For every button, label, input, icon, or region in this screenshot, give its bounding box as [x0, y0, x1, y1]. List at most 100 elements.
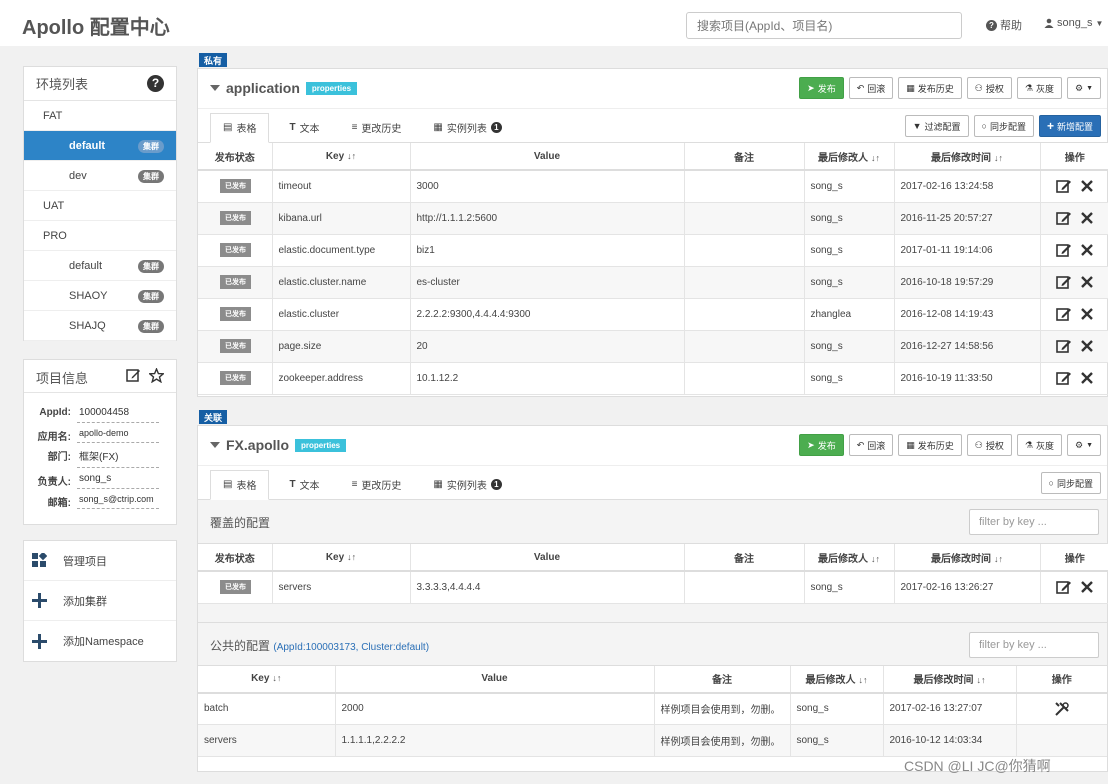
time-cell: 2016-12-08 14:19:43 [894, 298, 1041, 331]
status-badge: 已发布 [220, 179, 251, 194]
tab-instances[interactable]: ▦ 实例列表 1 [421, 114, 513, 142]
time-cell: 2016-10-19 11:33:50 [894, 362, 1041, 395]
override-filter-input[interactable] [969, 509, 1099, 535]
app-logo[interactable]: Apollo 配置中心 [22, 11, 170, 40]
column-header[interactable]: 最后修改人 ↓↑ [790, 665, 884, 694]
release-history-button[interactable]: ▦ 发布历史 [898, 77, 962, 99]
cluster-item[interactable]: dev 集群 [24, 161, 176, 191]
column-header[interactable]: Key ↓↑ [272, 143, 411, 171]
authorize-button[interactable]: ⚇ 授权 [966, 434, 1012, 456]
search-input[interactable] [686, 12, 962, 39]
column-header[interactable]: Key ↓↑ [198, 665, 336, 694]
tab-table[interactable]: ▤ 表格 [210, 470, 270, 500]
ops-cell [1040, 266, 1108, 299]
cluster-item[interactable]: default 集群 [24, 131, 176, 161]
sort-icon[interactable]: ↓↑ [347, 151, 356, 161]
delete-icon[interactable] [1080, 580, 1094, 594]
text-icon: T [289, 122, 296, 133]
edit-icon[interactable] [1055, 579, 1072, 595]
column-header[interactable]: 最后修改时间 ↓↑ [883, 665, 1017, 694]
tab-table[interactable]: ▤ 表格 [210, 113, 270, 143]
column-header[interactable]: 最后修改人 ↓↑ [804, 143, 895, 171]
filter-config-button[interactable]: ▼ 过滤配置 [904, 115, 969, 137]
cluster-item[interactable]: default 集群 [24, 251, 176, 281]
cluster-badge: 集群 [138, 140, 164, 153]
column-header: 发布状态 [198, 143, 273, 171]
env-item[interactable]: FAT [24, 101, 176, 131]
add-cluster-button[interactable]: 添加集群 [24, 581, 176, 621]
publish-button[interactable]: ➤ 发布 [799, 434, 844, 456]
env-item-label: default [69, 259, 103, 272]
sort-icon[interactable]: ↓↑ [871, 153, 880, 163]
edit-icon[interactable] [1055, 210, 1072, 226]
gray-release-button[interactable]: ⚗ 灰度 [1016, 77, 1062, 99]
help-link[interactable]: ? 帮助 [986, 17, 1022, 33]
tools-icon[interactable] [1054, 701, 1070, 717]
namespace-title[interactable]: application properties [210, 80, 358, 96]
sort-icon[interactable]: ↓↑ [272, 673, 281, 683]
sort-icon[interactable]: ↓↑ [859, 675, 868, 685]
edit-icon[interactable] [1055, 306, 1072, 322]
env-item-label: default [69, 139, 106, 152]
key-cell: page.size [272, 330, 411, 363]
delete-icon[interactable] [1080, 243, 1094, 257]
settings-dropdown-button[interactable]: ⚙ ▼ [1066, 434, 1101, 456]
edit-icon[interactable] [1055, 370, 1072, 386]
column-header[interactable]: 最后修改人 ↓↑ [804, 544, 895, 572]
sync-config-button[interactable]: ○ 同步配置 [1040, 472, 1101, 494]
sort-icon[interactable]: ↓↑ [994, 554, 1003, 564]
sync-config-button[interactable]: ○ 同步配置 [973, 115, 1034, 137]
delete-icon[interactable] [1080, 371, 1094, 385]
delete-icon[interactable] [1080, 307, 1094, 321]
tab-change-history[interactable]: ≡ 更改历史 [340, 114, 414, 142]
column-header[interactable]: 最后修改时间 ↓↑ [894, 544, 1041, 572]
public-filter-input[interactable] [969, 631, 1099, 658]
tab-label: 文本 [299, 481, 320, 492]
tab-text[interactable]: T 文本 [277, 114, 331, 142]
text-icon: T [289, 479, 296, 490]
help-circle-icon[interactable]: ? [147, 75, 164, 92]
comment-cell [684, 234, 805, 267]
sort-icon[interactable]: ↓↑ [347, 552, 356, 562]
tab-change-history[interactable]: ≡ 更改历史 [340, 471, 414, 499]
add-namespace-button[interactable]: 添加Namespace [24, 621, 176, 661]
edit-icon[interactable] [1055, 178, 1072, 194]
column-header: 备注 [684, 544, 805, 572]
tab-instances[interactable]: ▦ 实例列表 1 [421, 471, 513, 499]
edit-icon[interactable] [1055, 338, 1072, 354]
settings-dropdown-button[interactable]: ⚙ ▼ [1066, 77, 1101, 99]
column-header[interactable]: 最后修改时间 ↓↑ [894, 143, 1041, 171]
gray-release-button[interactable]: ⚗ 灰度 [1016, 434, 1062, 456]
publish-button[interactable]: ➤ 发布 [799, 77, 844, 99]
column-header[interactable]: Key ↓↑ [272, 544, 411, 572]
edit-icon[interactable] [126, 368, 141, 383]
user-cell: song_s [804, 234, 895, 267]
authorize-button[interactable]: ⚇ 授权 [966, 77, 1012, 99]
edit-icon[interactable] [1055, 242, 1072, 258]
env-item[interactable]: UAT [24, 191, 176, 221]
sort-icon[interactable]: ↓↑ [994, 153, 1003, 163]
edit-icon[interactable] [1055, 274, 1072, 290]
release-history-button[interactable]: ▦ 发布历史 [898, 434, 962, 456]
delete-icon[interactable] [1080, 339, 1094, 353]
cluster-item[interactable]: SHAJQ 集群 [24, 311, 176, 341]
rollback-button[interactable]: ↶ 回滚 [848, 434, 894, 456]
rollback-button[interactable]: ↶ 回滚 [848, 77, 894, 99]
star-icon[interactable] [149, 368, 164, 383]
sort-icon[interactable]: ↓↑ [977, 675, 986, 685]
add-config-button[interactable]: + 新增配置 [1038, 115, 1101, 137]
collapse-caret-icon [210, 442, 220, 448]
delete-icon[interactable] [1080, 179, 1094, 193]
tab-text[interactable]: T 文本 [277, 471, 331, 499]
namespace-title[interactable]: FX.apollo properties [210, 437, 347, 453]
delete-icon[interactable] [1080, 211, 1094, 225]
public-config-source-link[interactable]: (AppId:100003173, Cluster:default) [273, 642, 429, 653]
cluster-badge: 集群 [138, 170, 164, 183]
history-label: 发布历史 [917, 83, 954, 94]
user-menu[interactable]: song_s ▼ [1044, 17, 1103, 29]
cluster-item[interactable]: SHAOY 集群 [24, 281, 176, 311]
manage-project-button[interactable]: 管理项目 [24, 541, 176, 581]
sort-icon[interactable]: ↓↑ [871, 554, 880, 564]
delete-icon[interactable] [1080, 275, 1094, 289]
env-item[interactable]: PRO [24, 221, 176, 251]
